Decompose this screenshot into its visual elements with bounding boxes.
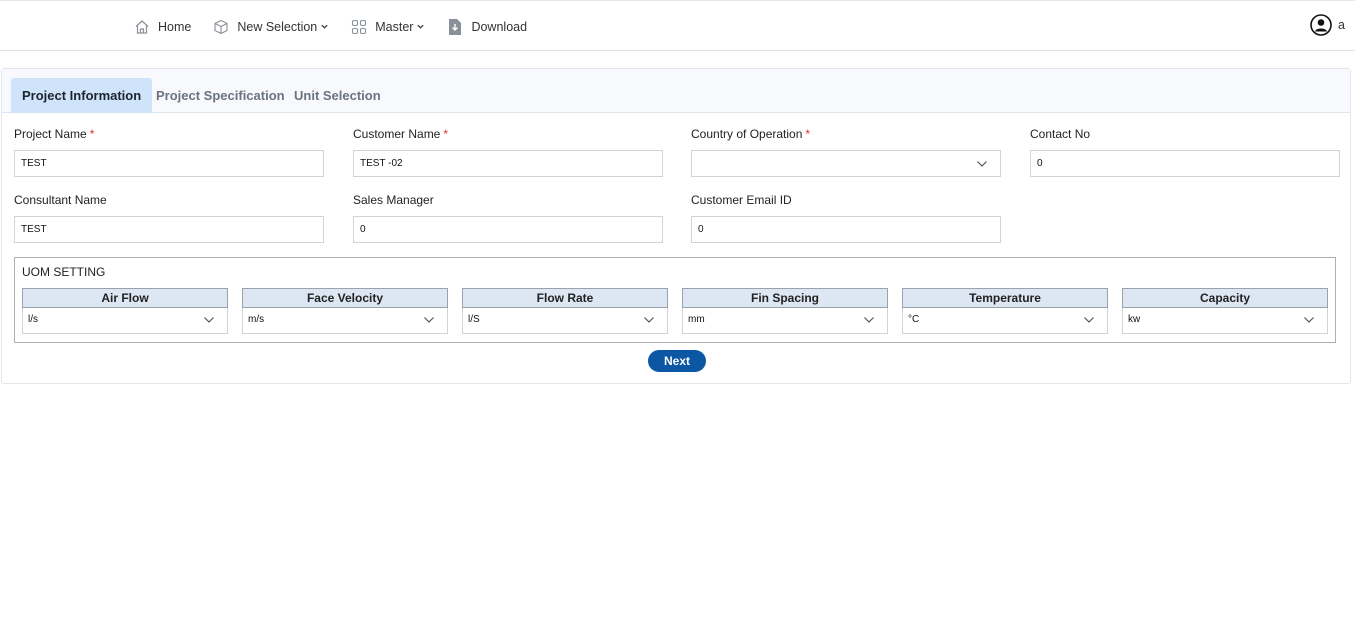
air-flow-select-value: l/s [28, 314, 38, 325]
nav-new-selection-label: New Selection [237, 19, 318, 34]
customer-email-input[interactable]: 0 [691, 216, 1001, 243]
chevron-down-icon [1304, 317, 1314, 323]
user-name: a [1338, 18, 1345, 32]
uom-header-temperature: Temperature [902, 288, 1108, 308]
uom-setting-title: UOM SETTING [22, 265, 106, 279]
temperature-select-value: °C [908, 314, 920, 325]
face-velocity-select-value: m/s [248, 314, 265, 325]
project-panel: Project Information Project Specificatio… [1, 68, 1351, 384]
country-label: Country of Operation * [691, 127, 810, 141]
nav-new-selection[interactable]: New Selection [213, 19, 329, 35]
tab-project-specification[interactable]: Project Specification [145, 78, 296, 113]
chevron-down-icon [204, 317, 214, 323]
home-icon [135, 19, 149, 34]
contact-no-input[interactable]: 0 [1030, 150, 1340, 177]
chevron-down-icon [644, 317, 654, 323]
chevron-down-icon [417, 24, 425, 29]
nav-master-label: Master [375, 19, 414, 34]
tab-bar: Project Information Project Specificatio… [2, 69, 1350, 113]
nav-master[interactable]: Master [351, 19, 425, 35]
user-menu[interactable]: a [1310, 14, 1345, 36]
customer-name-label: Customer Name * [353, 127, 448, 141]
capacity-select[interactable]: kw [1122, 308, 1328, 334]
flow-rate-select[interactable]: l/S [462, 308, 668, 334]
uom-header-flow-rate: Flow Rate [462, 288, 668, 308]
capacity-select-value: kw [1128, 314, 1141, 325]
sales-manager-input[interactable]: 0 [353, 216, 663, 243]
uom-header-fin-spacing: Fin Spacing [682, 288, 888, 308]
air-flow-select[interactable]: l/s [22, 308, 228, 334]
nav-download-label: Download [471, 19, 528, 34]
uom-header-capacity: Capacity [1122, 288, 1328, 308]
uom-capacity: Capacity kw [1122, 288, 1328, 334]
main-nav: Home New Selection Master Download [134, 1, 549, 52]
country-label-text: Country of Operation [691, 127, 803, 141]
chevron-down-icon [864, 317, 874, 323]
temperature-select[interactable]: °C [902, 308, 1108, 334]
uom-setting-box: UOM SETTING Air Flow l/s Face Velocity m… [14, 257, 1336, 343]
customer-email-label: Customer Email ID [691, 193, 792, 207]
nav-download[interactable]: Download [447, 18, 527, 36]
customer-name-input[interactable]: TEST -02 [353, 150, 663, 177]
chevron-down-icon [424, 317, 434, 323]
user-avatar-icon [1310, 14, 1332, 36]
required-marker: * [89, 127, 95, 141]
country-select[interactable] [691, 150, 1001, 177]
uom-flow-rate: Flow Rate l/S [462, 288, 668, 334]
chevron-down-icon [1084, 317, 1094, 323]
chevron-down-icon [321, 24, 328, 29]
contact-no-label: Contact No [1030, 127, 1091, 141]
project-name-label-text: Project Name [14, 127, 87, 141]
fin-spacing-select[interactable]: mm [682, 308, 888, 334]
uom-temperature: Temperature °C [902, 288, 1108, 334]
project-name-label: Project Name * [14, 127, 94, 141]
fin-spacing-select-value: mm [688, 314, 705, 325]
grid-icon [352, 19, 367, 34]
chevron-down-icon [977, 161, 987, 167]
flow-rate-select-value: l/S [468, 314, 480, 325]
nav-home[interactable]: Home [134, 19, 191, 35]
customer-name-label-text: Customer Name [353, 127, 441, 141]
nav-home-label: Home [158, 19, 192, 34]
uom-air-flow: Air Flow l/s [22, 288, 228, 334]
next-button[interactable]: Next [648, 350, 706, 372]
uom-fin-spacing: Fin Spacing mm [682, 288, 888, 334]
cube-icon [214, 19, 228, 34]
tab-unit-selection[interactable]: Unit Selection [283, 78, 392, 113]
required-marker: * [805, 127, 811, 141]
project-name-input[interactable]: TEST [14, 150, 324, 177]
sales-manager-label: Sales Manager [353, 193, 434, 207]
uom-face-velocity: Face Velocity m/s [242, 288, 448, 334]
required-marker: * [443, 127, 449, 141]
consultant-name-label: Consultant Name [14, 193, 107, 207]
download-file-icon [449, 18, 462, 35]
uom-header-face-velocity: Face Velocity [242, 288, 448, 308]
uom-header-air-flow: Air Flow [22, 288, 228, 308]
top-navbar: Home New Selection Master Download a [0, 0, 1355, 51]
consultant-name-input[interactable]: TEST [14, 216, 324, 243]
tab-project-information[interactable]: Project Information [11, 78, 153, 113]
face-velocity-select[interactable]: m/s [242, 308, 448, 334]
